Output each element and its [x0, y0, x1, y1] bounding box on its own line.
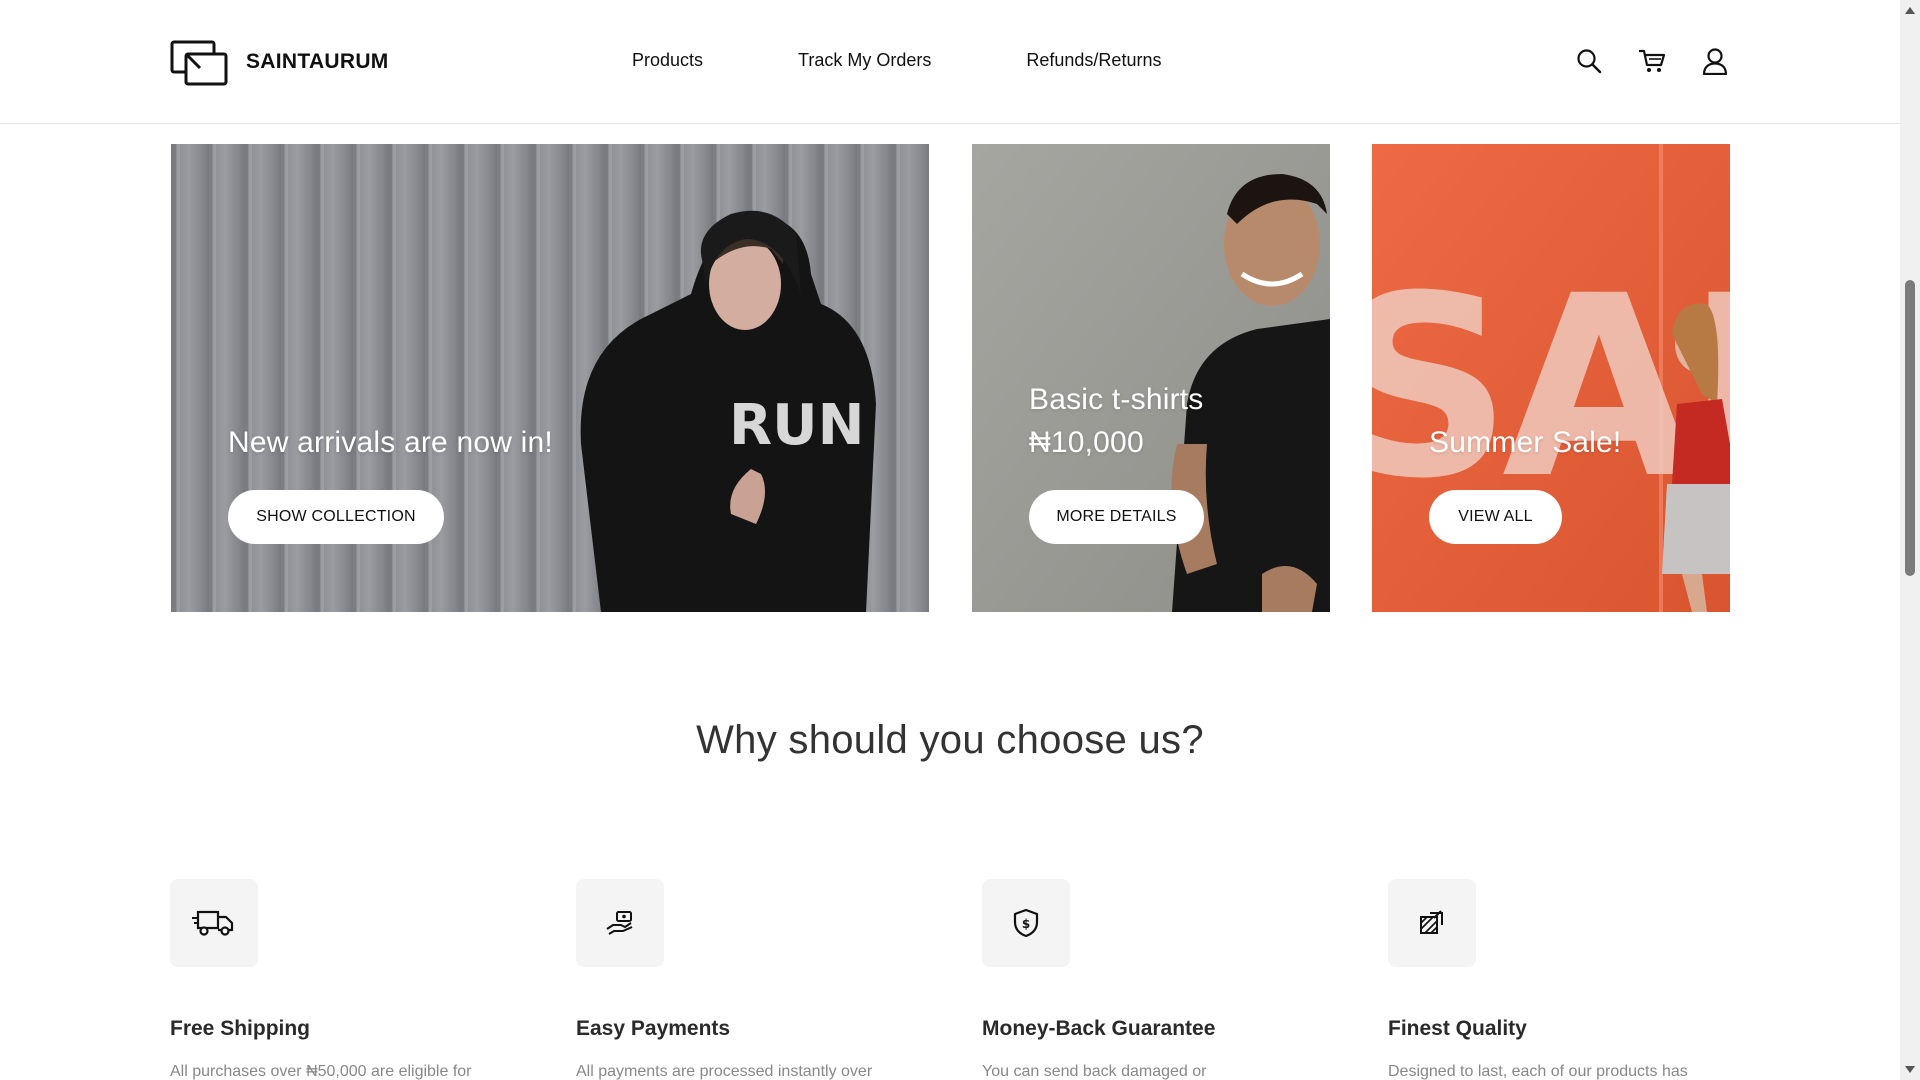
banner-new-arrivals: RUN New arrivals are now in! SHOW COLLEC…: [171, 144, 929, 612]
hand-money-icon: [576, 879, 664, 967]
banner-photo-sale: SALE: [1372, 144, 1730, 612]
feature-text: Designed to last, each of our products h…: [1388, 1063, 1688, 1080]
scrollbar-thumb[interactable]: [1905, 280, 1915, 576]
nav-track-orders[interactable]: Track My Orders: [798, 50, 931, 71]
feature-title: Money-Back Guarantee: [982, 1017, 1216, 1040]
banner-summer-sale: SALE Summer Sale! VIEW ALL: [1372, 144, 1730, 612]
scroll-down-arrow-icon[interactable]: [1904, 1064, 1916, 1076]
show-collection-button[interactable]: SHOW COLLECTION: [228, 490, 444, 544]
shield-dollar-icon: $: [982, 879, 1070, 967]
banner-art-text: RUN: [729, 393, 864, 458]
logo-icon: [170, 40, 228, 86]
feature-title: Finest Quality: [1388, 1017, 1527, 1040]
nav-products[interactable]: Products: [632, 50, 703, 71]
scroll-up-arrow-icon[interactable]: [1904, 4, 1916, 16]
page-scrollbar[interactable]: [1900, 0, 1920, 1080]
truck-icon: [170, 879, 258, 967]
feature-text: You can send back damaged or: [982, 1063, 1207, 1080]
banner-heading: Summer Sale!: [1429, 426, 1622, 459]
feature-title: Free Shipping: [170, 1017, 311, 1040]
feature-text: All purchases over ₦50,000 are eligible …: [170, 1063, 472, 1080]
cart-icon[interactable]: [1637, 46, 1667, 76]
feature-title: Easy Payments: [576, 1017, 731, 1040]
banner-heading: New arrivals are now in!: [228, 426, 553, 459]
more-details-button[interactable]: MORE DETAILS: [1029, 490, 1204, 544]
feature-finest-quality: Finest Quality Designed to last, each of…: [1388, 879, 1728, 1080]
quality-icon: [1388, 879, 1476, 967]
brand-logo[interactable]: SAINTAURUM: [170, 38, 389, 86]
header-actions: [1574, 46, 1730, 76]
nav-refunds-returns[interactable]: Refunds/Returns: [1026, 50, 1161, 71]
banner-heading: Basic t-shirts ₦10,000: [1029, 378, 1204, 464]
feature-easy-payments: Easy Payments All payments are processed…: [576, 879, 916, 1080]
svg-text:$: $: [1022, 917, 1030, 931]
site-header: SAINTAURUM Products Track My Orders Refu…: [0, 0, 1900, 124]
feature-free-shipping: Free Shipping All purchases over ₦50,000…: [170, 879, 510, 1080]
section-title: Why should you choose us?: [696, 718, 1204, 762]
brand-name: SAINTAURUM: [246, 50, 389, 73]
view-all-button[interactable]: VIEW ALL: [1429, 490, 1562, 544]
feature-money-back: $ Money-Back Guarantee You can send back…: [982, 879, 1322, 1080]
product-name: Basic t-shirts: [1029, 383, 1204, 416]
main-nav: Products Track My Orders Refunds/Returns: [632, 50, 1161, 71]
banner-basic-tshirts: Basic t-shirts ₦10,000 MORE DETAILS: [972, 144, 1330, 612]
product-price: ₦10,000: [1029, 426, 1144, 459]
search-icon[interactable]: [1574, 46, 1604, 76]
user-icon[interactable]: [1700, 46, 1730, 76]
feature-text: All payments are processed instantly ove…: [576, 1063, 873, 1080]
